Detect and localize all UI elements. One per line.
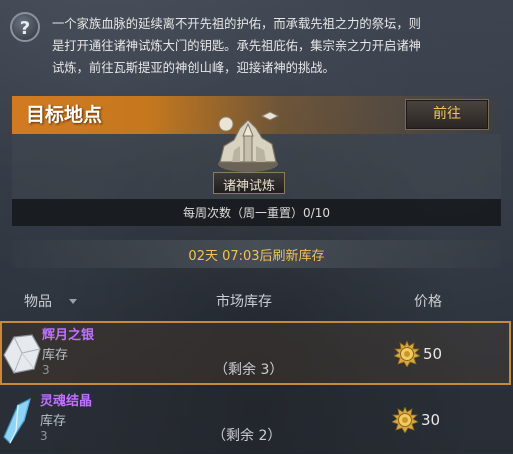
market-remaining: （剩余 2） (212, 428, 282, 444)
item-stock-label: 库存 (42, 348, 69, 363)
refresh-timer: 02天 07:03后刷新库存 (188, 249, 325, 264)
item-price: 50 (423, 345, 443, 363)
gold-coin-icon (392, 407, 418, 433)
column-header-stock: 市场库存 (216, 294, 272, 310)
description-line: 试炼，前往瓦斯提亚的神创山峰，迎接诸神的挑战。 (52, 61, 335, 75)
sort-icon[interactable] (69, 299, 77, 304)
description-line: 是打开通往诸神试炼大门的钥匙。承先祖庇佑，集宗亲之力开启诸神 (52, 39, 421, 53)
goto-button[interactable]: 前往 (405, 99, 489, 130)
gold-coin-icon (394, 341, 420, 367)
destination-name: 诸神试炼 (222, 179, 275, 194)
item-name: 灵魂结晶 (40, 394, 93, 409)
description-text: 一个家族血脉的延续离不开先祖的护佑，而承载先祖之力的祭坛，则 是打开通往诸神试炼… (52, 13, 500, 79)
target-title: 目标地点 (26, 104, 103, 126)
table-row[interactable]: 灵魂结晶 库存 3 （剩余 2） 30 (0, 389, 513, 453)
column-header-item[interactable]: 物品 (24, 291, 52, 311)
column-header-price: 价格 (414, 294, 442, 310)
item-stock-value: 3 (42, 363, 50, 377)
item-stock-label: 库存 (40, 414, 67, 429)
item-name: 辉月之银 (42, 328, 95, 343)
silver-ore-icon (3, 334, 41, 374)
description-line: 一个家族血脉的延续离不开先祖的护佑，而承载先祖之力的祭坛，则 (52, 17, 421, 31)
refresh-bar: 02天 07:03后刷新库存 (12, 240, 501, 268)
destination-icon[interactable] (210, 106, 286, 176)
destination-label-box: 诸神试炼 (213, 172, 285, 194)
item-price: 30 (421, 411, 441, 429)
weekly-count: 每周次数（周一重置）0/10 (183, 206, 330, 220)
table-row[interactable]: 辉月之银 库存 3 （剩余 3） 50 (0, 321, 511, 385)
help-icon[interactable]: ? (10, 12, 40, 42)
item-stock-value: 3 (40, 429, 48, 443)
soul-crystal-icon (3, 397, 31, 444)
weekly-count-bar: 每周次数（周一重置）0/10 (12, 199, 501, 226)
market-remaining: （剩余 3） (214, 362, 284, 378)
